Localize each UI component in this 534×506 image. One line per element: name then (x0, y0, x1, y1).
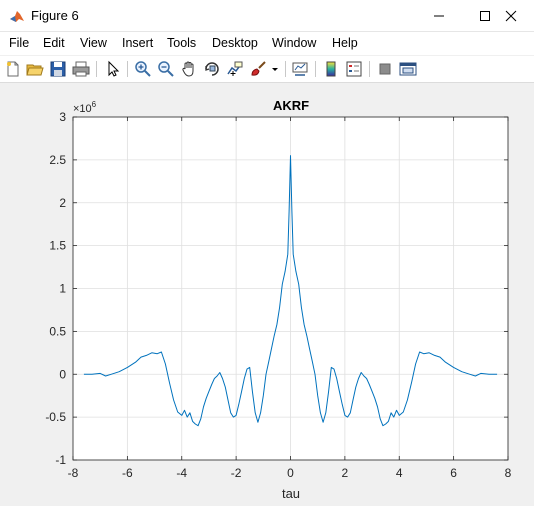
x-tick-label: -6 (122, 466, 133, 480)
y-tick-label: 0 (59, 367, 66, 381)
y-tick-label: 2.5 (49, 153, 66, 167)
x-tick-label: 4 (396, 466, 403, 480)
x-tick-label: 0 (287, 466, 294, 480)
x-tick-labels: -8 -6 -4 -2 0 2 4 6 8 (68, 466, 512, 480)
chart-title: AKRF (273, 98, 309, 113)
x-tick-label: -2 (231, 466, 242, 480)
figure-window: Figure 6 File Edit View Insert Tools Des… (0, 0, 534, 506)
x-tick-label: 2 (342, 466, 349, 480)
y-tick-label: -0.5 (45, 410, 66, 424)
x-tick-label: -4 (176, 466, 187, 480)
y-tick-label: -1 (55, 453, 66, 467)
y-exponent-label: ×106 (73, 100, 97, 115)
y-tick-labels: -1 -0.5 0 0.5 1 1.5 2 2.5 3 (45, 110, 66, 467)
y-exponent-base: ×10 (73, 103, 92, 115)
x-tick-label: 6 (450, 466, 457, 480)
x-axis-label: tau (282, 486, 300, 501)
y-exponent-power: 6 (92, 100, 97, 109)
x-tick-label: 8 (505, 466, 512, 480)
y-tick-label: 1.5 (49, 239, 66, 253)
y-tick-label: 3 (59, 110, 66, 124)
y-tick-label: 2 (59, 196, 66, 210)
x-tick-label: -8 (68, 466, 79, 480)
plot-area[interactable]: -8 -6 -4 -2 0 2 4 6 8 -1 -0.5 0 0.5 1 1.5 2 2.5 3 AKRF t… (0, 0, 534, 506)
y-tick-label: 1 (59, 282, 66, 296)
y-tick-label: 0.5 (49, 324, 66, 338)
